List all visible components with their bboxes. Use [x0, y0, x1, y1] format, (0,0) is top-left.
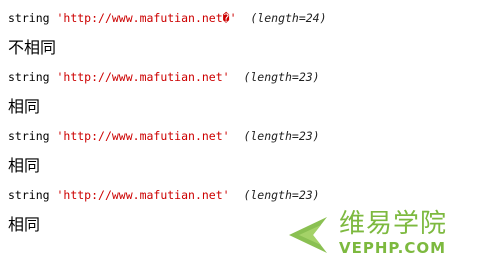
comparison-result-4: 相同: [8, 215, 41, 234]
var-dump-line-2: string 'http://www.mafutian.net' (length…: [8, 70, 320, 84]
type-label: string: [8, 188, 50, 202]
var-dump-line-3: string 'http://www.mafutian.net' (length…: [8, 129, 320, 143]
length-label: (length=23): [243, 129, 320, 143]
vephp-logo-icon: [289, 217, 327, 253]
watermark-chinese-text: 维易学院: [339, 209, 448, 239]
var-dump-line-4: string 'http://www.mafutian.net' (length…: [8, 188, 320, 202]
replacement-char: �': [222, 11, 237, 25]
comparison-result-3: 相同: [8, 156, 41, 175]
var-dump-line-1: string 'http://www.mafutian.net�' (lengt…: [8, 11, 327, 25]
string-value: 'http://www.mafutian.net': [56, 129, 230, 143]
vephp-watermark: 维易学院 VEPHP.COM: [287, 209, 477, 261]
string-value: 'http://www.mafutian.net': [56, 188, 230, 202]
length-label: (length=24): [250, 11, 327, 25]
type-label: string: [8, 11, 50, 25]
comparison-result-2: 相同: [8, 97, 41, 116]
length-label: (length=23): [243, 188, 320, 202]
string-value: 'http://www.mafutian.net: [56, 11, 223, 25]
length-label: (length=23): [243, 70, 320, 84]
string-value: 'http://www.mafutian.net': [56, 70, 230, 84]
type-label: string: [8, 70, 50, 84]
watermark-english-text: VEPHP.COM: [339, 239, 447, 257]
comparison-result-1: 不相同: [8, 38, 57, 57]
type-label: string: [8, 129, 50, 143]
